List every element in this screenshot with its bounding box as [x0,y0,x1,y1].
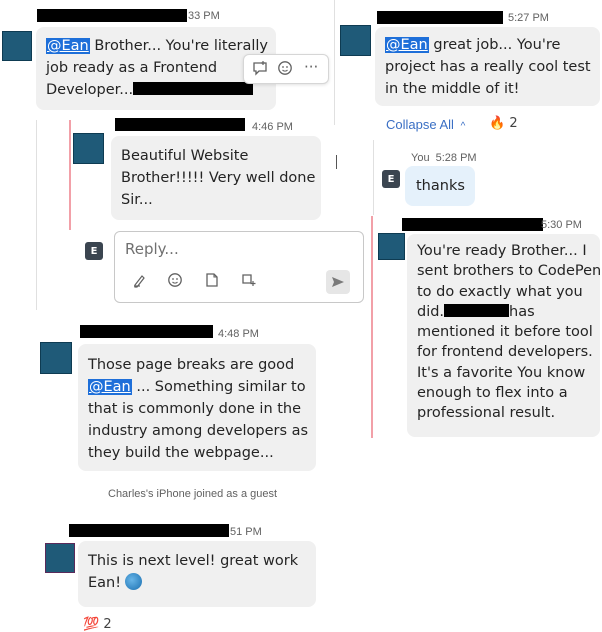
mention-link[interactable]: @Ean [46,38,90,54]
thread-accent-line [371,216,373,438]
fire-icon: 🔥 [489,116,506,131]
message-text: great job... You're [428,37,561,53]
redacted-sender-name [80,325,213,338]
loop-component-icon[interactable] [240,272,258,292]
message-bubble[interactable]: thanks [405,166,475,206]
message-text: Ean! [88,575,122,591]
message-text: did. [417,303,445,320]
more-options-icon[interactable]: ··· [304,58,318,76]
message-action-bar: ··· [243,54,329,84]
message-text: job ready as a Frontend [46,60,218,76]
chevron-up-icon: ^ [460,121,466,132]
avatar[interactable] [378,233,405,260]
mention-link[interactable]: @Ean [88,379,132,395]
sender-label: You 5:28 PM [411,152,477,164]
message-timestamp: 5:30 PM [541,219,582,231]
message-text: for frontend developers. [417,344,593,361]
sticker-icon[interactable] [204,272,220,292]
message-text: project has a really cool test [385,59,591,75]
collapse-all-button[interactable]: Collapse All ^ [386,117,465,132]
message-text: This is next level! great work [88,553,299,569]
sender-name: You [411,152,430,164]
reply-input[interactable]: Reply... [114,231,364,303]
redacted-sender-name [69,524,229,537]
message-text: It's a favorite You know [417,364,586,381]
globe-emoji-icon [125,573,143,590]
redacted-sender-name [377,11,503,24]
reply-placeholder: Reply... [125,240,179,258]
message-text: they build the webpage... [88,445,274,461]
avatar[interactable] [73,133,104,164]
reply-icon[interactable] [252,60,268,80]
message-bubble[interactable]: This is next level! great work Ean! [78,541,316,607]
message-text: Brother!!!!! Very well done [121,170,316,186]
emoji-icon[interactable] [277,60,293,80]
redacted-sender-name [115,118,245,131]
message-timestamp: 5:27 PM [508,12,549,24]
message-text: sent brothers to CodePen [417,263,602,280]
collapse-all-label: Collapse All [386,117,454,132]
message-text: to do exactly what you [417,283,583,300]
thread-connector [373,140,374,215]
hundred-points-icon: 💯 [83,617,100,632]
avatar[interactable] [45,543,75,573]
message-text: Beautiful Website [121,148,249,164]
message-text: You're ready Brother... I [417,243,587,259]
redacted-text [444,303,510,317]
emoji-icon[interactable] [167,272,183,292]
message-text: Sir... [121,192,153,208]
message-text: in the middle of it! [385,81,520,97]
message-text: that is commonly done in the [88,401,302,417]
reaction-count: 2 [103,617,112,632]
message-bubble[interactable]: Beautiful Website Brother!!!!! Very well… [111,136,321,220]
message-timestamp: 4:46 PM [252,121,293,133]
send-icon [332,277,344,287]
message-text: Brother... You're literally [89,38,268,54]
message-bubble[interactable]: You're ready Brother... I sent brothers … [407,234,602,437]
user-avatar: E [382,170,400,188]
message-timestamp: 33 PM [188,10,220,22]
message-bubble[interactable]: @Ean Brother... You're literally job rea… [36,27,276,110]
message-text: enough to flex into a [417,385,568,402]
message-text: has [509,303,535,320]
send-button[interactable] [326,270,350,294]
column-divider [334,0,335,125]
message-timestamp: 4:48 PM [218,328,259,340]
redacted-sender-name [37,9,187,22]
message-text: industry among developers as [88,423,309,439]
column-divider-lower [336,155,337,169]
message-text: Developer... [46,82,134,98]
avatar[interactable] [40,342,72,374]
message-bubble[interactable]: Those page breaks are good @Ean ... Some… [78,344,316,471]
user-avatar: E [85,242,103,260]
avatar[interactable] [340,25,371,56]
message-timestamp: 51 PM [230,526,262,538]
redacted-sender-name [402,218,543,231]
thread-accent-line [69,120,71,230]
format-icon[interactable] [132,272,148,292]
reaction-count: 2 [509,116,518,131]
message-bubble[interactable]: @Ean great job... You're project has a r… [375,27,600,106]
thread-connector [36,120,37,310]
message-text: professional result. [417,405,556,422]
reaction-badge[interactable]: 💯 2 [83,617,112,632]
message-text: ... Something similar to [131,379,306,395]
mention-link[interactable]: @Ean [385,37,429,53]
reaction-badge[interactable]: 🔥 2 [489,116,518,131]
system-message: Charles's iPhone joined as a guest [108,488,278,500]
message-timestamp: 5:28 PM [435,152,477,164]
message-text: Those page breaks are good [88,357,295,373]
message-text: mentioned it before tool [417,324,593,341]
avatar[interactable] [2,31,32,61]
redacted-text [133,82,254,95]
